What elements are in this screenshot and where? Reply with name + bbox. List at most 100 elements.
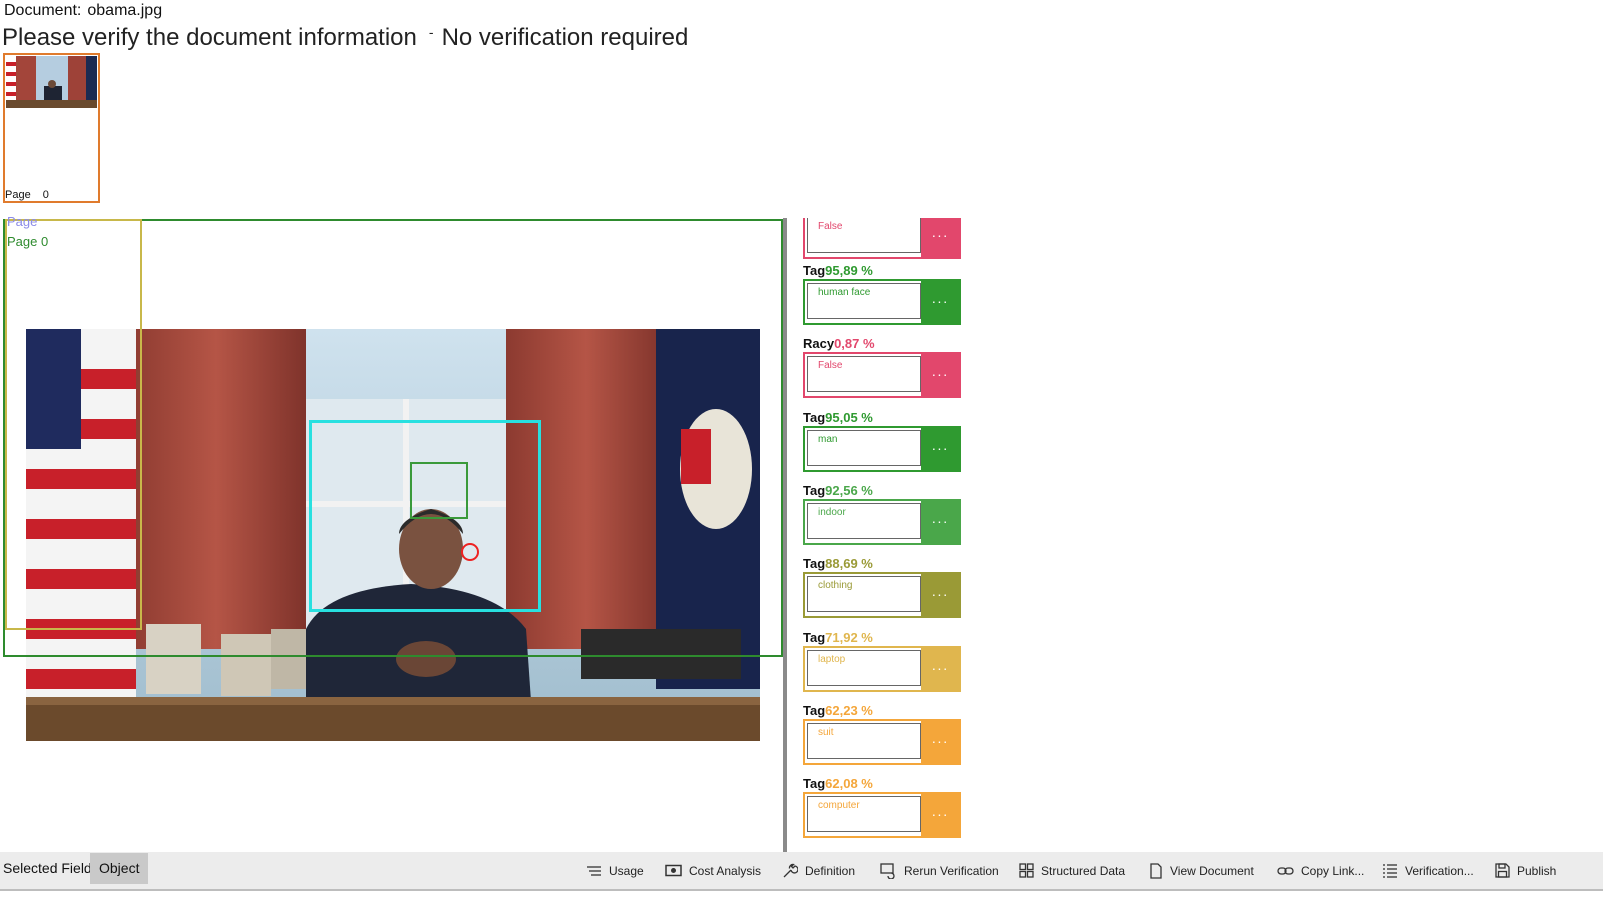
region-label-page: Page bbox=[7, 214, 38, 229]
field-value-box: clothing ··· bbox=[803, 572, 961, 618]
field-value-input[interactable]: False bbox=[807, 218, 921, 253]
field-item: Tag92,56 % indoor ··· bbox=[803, 482, 963, 545]
view-document-label: View Document bbox=[1170, 863, 1254, 878]
cost-analysis-button[interactable]: Cost Analysis bbox=[665, 852, 761, 889]
field-confidence: 88,69 % bbox=[825, 556, 873, 571]
field-name: Tag bbox=[803, 703, 826, 718]
verification-button[interactable]: Verification... bbox=[1382, 852, 1474, 889]
field-header: Tag95,89 % bbox=[803, 262, 963, 279]
document-icon bbox=[1149, 862, 1163, 879]
usage-button[interactable]: Usage bbox=[586, 852, 644, 889]
verify-banner: Please verify the document information - N… bbox=[2, 24, 688, 52]
field-more-button[interactable]: ··· bbox=[921, 281, 959, 323]
document-image bbox=[26, 329, 760, 741]
rerun-icon bbox=[880, 862, 897, 879]
field-more-button[interactable]: ··· bbox=[921, 501, 959, 543]
thumbnail-page-label: Page 0 bbox=[5, 189, 49, 201]
copy-link-button[interactable]: Copy Link... bbox=[1277, 852, 1364, 889]
field-name: Tag bbox=[803, 410, 826, 425]
field-more-button[interactable]: ··· bbox=[921, 648, 959, 690]
view-document-button[interactable]: View Document bbox=[1149, 852, 1254, 889]
definition-button[interactable]: Definition bbox=[782, 852, 855, 889]
thumbnail-image bbox=[6, 56, 97, 108]
structured-data-label: Structured Data bbox=[1041, 863, 1126, 878]
checklist-icon bbox=[1382, 863, 1398, 879]
field-value-input[interactable]: laptop bbox=[807, 650, 921, 686]
verify-status: No verification required bbox=[441, 24, 689, 51]
field-value-input[interactable]: False bbox=[807, 356, 921, 392]
field-item: Tag88,69 % clothing ··· bbox=[803, 555, 963, 618]
thumbnail-page-number: 0 bbox=[42, 189, 49, 201]
field-name: Tag bbox=[803, 630, 826, 645]
field-header: Tag62,08 % bbox=[803, 775, 963, 792]
thumbnail-page-text: Page bbox=[5, 189, 31, 201]
bottom-toolbar: Selected Field: Object Usage Cost Analys… bbox=[0, 852, 1603, 891]
field-value-box: False ··· bbox=[803, 218, 961, 259]
field-item: Tag95,05 % man ··· bbox=[803, 409, 963, 472]
list-icon bbox=[586, 864, 602, 878]
verify-separator: - bbox=[428, 24, 434, 40]
field-item: Tag62,08 % computer ··· bbox=[803, 775, 963, 838]
field-value-box: indoor ··· bbox=[803, 499, 961, 545]
field-value-box: suit ··· bbox=[803, 719, 961, 765]
field-more-button[interactable]: ··· bbox=[921, 354, 959, 396]
publish-button[interactable]: Publish bbox=[1495, 852, 1556, 889]
field-confidence: 95,89 % bbox=[825, 263, 873, 278]
publish-label: Publish bbox=[1517, 863, 1557, 878]
field-name: Tag bbox=[803, 483, 826, 498]
field-more-button[interactable]: ··· bbox=[921, 428, 959, 470]
field-value-input[interactable]: man bbox=[807, 430, 921, 466]
field-item: Racy0,87 % False ··· bbox=[803, 335, 963, 398]
field-header: Tag71,92 % bbox=[803, 629, 963, 646]
selected-field-value[interactable]: Object bbox=[90, 853, 149, 884]
field-more-button[interactable]: ··· bbox=[921, 574, 959, 616]
point-marker[interactable] bbox=[461, 543, 479, 561]
field-more-button[interactable]: ··· bbox=[921, 721, 959, 763]
fields-panel[interactable]: False ··· Tag95,89 % human face ··· Racy… bbox=[800, 218, 970, 848]
definition-label: Definition bbox=[805, 863, 856, 878]
field-value-box: human face ··· bbox=[803, 279, 961, 325]
field-value-box: False ··· bbox=[803, 352, 961, 398]
field-header: Tag92,56 % bbox=[803, 482, 963, 499]
field-item: Tag71,92 % laptop ··· bbox=[803, 629, 963, 692]
money-icon bbox=[665, 864, 682, 877]
verification-label: Verification... bbox=[1405, 863, 1474, 878]
field-confidence: 71,92 % bbox=[825, 630, 873, 645]
field-item: Tag95,89 % human face ··· bbox=[803, 262, 963, 325]
field-confidence: 62,08 % bbox=[825, 776, 873, 791]
rerun-verification-button[interactable]: Rerun Verification bbox=[880, 852, 999, 889]
viewer-splitter[interactable] bbox=[783, 218, 787, 852]
field-value-input[interactable]: human face bbox=[807, 283, 921, 319]
field-header: Tag88,69 % bbox=[803, 555, 963, 572]
wrench-icon bbox=[782, 863, 798, 879]
field-confidence: 92,56 % bbox=[825, 483, 873, 498]
field-value-input[interactable]: indoor bbox=[807, 503, 921, 539]
selected-field-label: Selected Field: bbox=[3, 860, 96, 876]
field-confidence: 0,87 % bbox=[834, 336, 875, 351]
field-more-button[interactable]: ··· bbox=[921, 794, 959, 836]
copy-link-label: Copy Link... bbox=[1301, 863, 1365, 878]
cost-analysis-label: Cost Analysis bbox=[689, 863, 762, 878]
field-value-box: laptop ··· bbox=[803, 646, 961, 692]
field-name: Tag bbox=[803, 556, 826, 571]
field-name: Tag bbox=[803, 776, 826, 791]
field-name: Tag bbox=[803, 263, 826, 278]
document-filename: obama.jpg bbox=[87, 2, 163, 19]
field-more-button[interactable]: ··· bbox=[921, 218, 959, 257]
field-header: Tag62,23 % bbox=[803, 702, 963, 719]
field-value-box: computer ··· bbox=[803, 792, 961, 838]
field-value-input[interactable]: computer bbox=[807, 796, 921, 832]
document-title: Document: obama.jpg bbox=[4, 2, 162, 20]
field-value-input[interactable]: suit bbox=[807, 723, 921, 759]
rerun-verification-label: Rerun Verification bbox=[904, 863, 999, 878]
verify-prompt: Please verify the document information bbox=[2, 24, 417, 51]
field-value-input[interactable]: clothing bbox=[807, 576, 921, 612]
field-header: Racy0,87 % bbox=[803, 335, 963, 352]
field-value-box: man ··· bbox=[803, 426, 961, 472]
field-confidence: 62,23 % bbox=[825, 703, 873, 718]
page-thumbnail[interactable]: Page 0 bbox=[3, 53, 100, 203]
field-header: Tag95,05 % bbox=[803, 409, 963, 426]
document-label: Document: bbox=[4, 2, 82, 19]
field-item: False ··· bbox=[803, 218, 963, 259]
structured-data-button[interactable]: Structured Data bbox=[1019, 852, 1125, 889]
